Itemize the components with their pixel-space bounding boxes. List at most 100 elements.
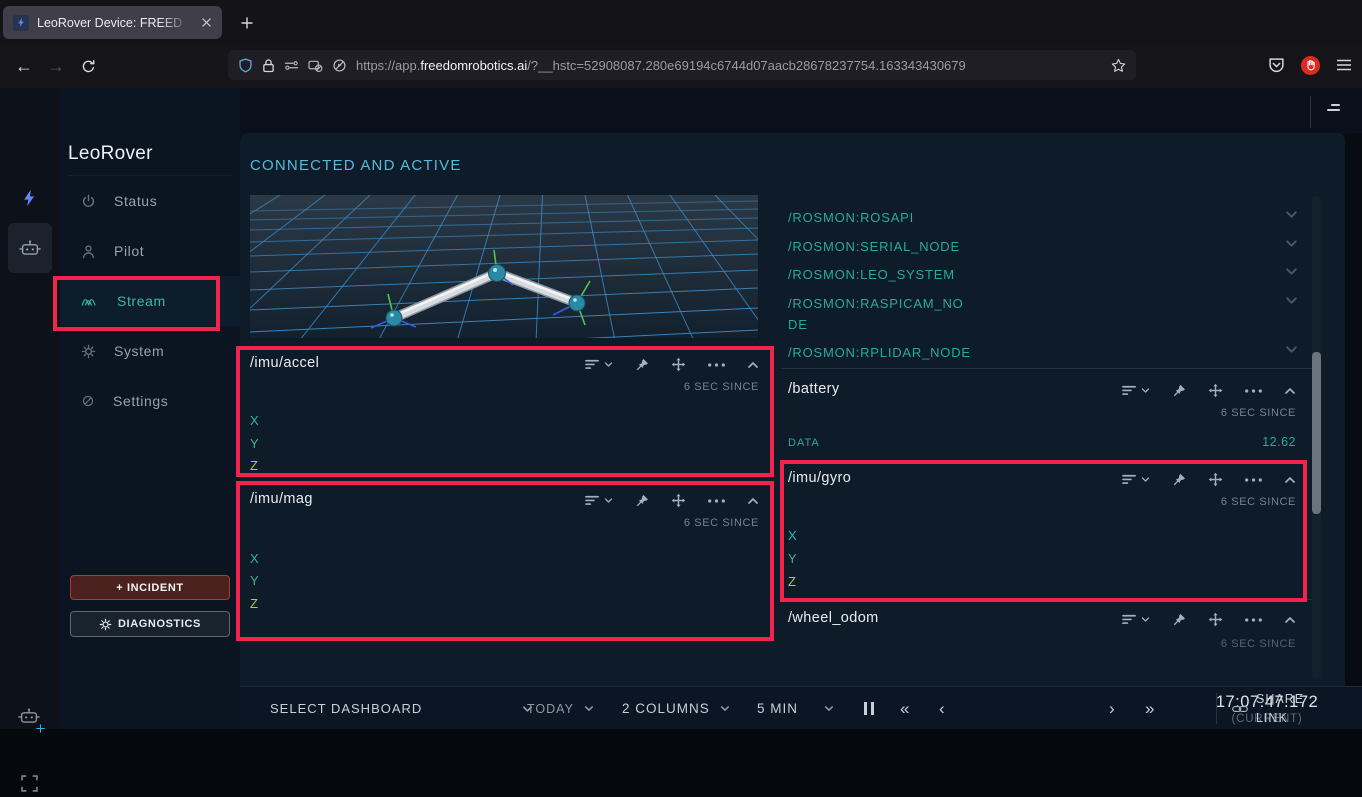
freedom-logo-bolt-icon[interactable] (20, 188, 40, 213)
step-back-button[interactable]: ‹ (939, 687, 945, 730)
header-sort-lines-icon[interactable] (1324, 102, 1342, 121)
pause-button[interactable] (864, 687, 874, 730)
new-tab-button[interactable] (234, 10, 260, 36)
axis-x-label: X (788, 528, 797, 543)
filter-lines-icon[interactable] (585, 359, 600, 370)
collapse-icon[interactable] (747, 497, 759, 505)
axis-z-label: Z (788, 574, 796, 589)
sidebar-item-settings[interactable]: Settings (60, 376, 240, 426)
sidebar-item-pilot[interactable]: Pilot (60, 226, 240, 276)
axis-z-label: Z (250, 596, 258, 611)
browser-tab[interactable]: LeoRover Device: FREED (3, 6, 222, 39)
pocket-icon[interactable] (1268, 57, 1285, 74)
rosmon-node-row[interactable]: /ROSMON:SERIAL_NODE (788, 232, 1298, 261)
left-rail (0, 88, 60, 729)
battery-data-value: 12.62 (1262, 435, 1296, 449)
move-icon[interactable] (671, 357, 686, 372)
select-dashboard-dropdown[interactable]: SELECT DASHBOARD (270, 687, 533, 730)
since-label: 6 SEC SINCE (1221, 407, 1296, 419)
filter-lines-icon[interactable] (585, 495, 600, 506)
robot-3d-viewport[interactable] (250, 195, 758, 338)
chevron-down-icon (584, 705, 594, 712)
add-device-robot-icon[interactable] (17, 707, 41, 731)
chevron-down-icon[interactable] (1285, 267, 1298, 276)
panel-imu-mag: /imu/mag 6 SEC SINCE X Y Z (240, 483, 775, 642)
more-options-icon[interactable] (708, 363, 725, 367)
move-icon[interactable] (1208, 612, 1223, 627)
sidebar-item-stream[interactable]: Stream (60, 276, 240, 326)
rosmon-node-row[interactable]: /ROSMON:LEO_SYSTEM (788, 260, 1298, 289)
more-options-icon[interactable] (1245, 618, 1262, 622)
chevron-down-icon[interactable] (1285, 210, 1298, 219)
pin-icon[interactable] (1172, 613, 1186, 627)
pin-icon[interactable] (1172, 473, 1186, 487)
filter-lines-icon[interactable] (1122, 474, 1137, 485)
permissions-icon[interactable] (284, 60, 299, 71)
tracking-shield-icon[interactable] (238, 58, 253, 73)
move-icon[interactable] (1208, 472, 1223, 487)
filter-lines-icon[interactable] (1122, 614, 1137, 625)
fullscreen-icon[interactable] (21, 775, 38, 797)
pin-icon[interactable] (635, 358, 649, 372)
date-range-dropdown[interactable]: TODAY (527, 687, 594, 730)
time-window-dropdown[interactable]: 5 MIN (757, 687, 834, 730)
chevron-down-icon[interactable] (1141, 476, 1150, 483)
share-link-button[interactable]: SHARELINK (1232, 687, 1304, 730)
chevron-down-icon[interactable] (1141, 616, 1150, 623)
chevron-down-icon[interactable] (604, 497, 613, 504)
extension-hand-icon[interactable] (1301, 56, 1320, 75)
sidebar-item-system[interactable]: System (60, 326, 240, 376)
site-favicon-bolt-icon (13, 15, 29, 31)
collapse-icon[interactable] (747, 361, 759, 369)
bookmark-star-icon[interactable] (1111, 58, 1126, 73)
move-icon[interactable] (671, 493, 686, 508)
chevron-down-icon[interactable] (1285, 239, 1298, 248)
menu-hamburger-icon[interactable] (1336, 59, 1352, 71)
move-icon[interactable] (1208, 383, 1223, 398)
more-options-icon[interactable] (1245, 389, 1262, 393)
reload-button[interactable] (72, 50, 104, 82)
more-options-icon[interactable] (708, 499, 725, 503)
axis-y-label: Y (250, 573, 259, 588)
incident-button[interactable]: + INCIDENT (70, 575, 230, 600)
device-selector-robot-icon[interactable] (8, 223, 52, 273)
camera-blocked-icon[interactable] (308, 59, 323, 72)
forward-button[interactable]: → (40, 50, 72, 82)
url-bar[interactable]: https://app.freedomrobotics.ai/?__hstc=5… (228, 50, 1136, 80)
gear-icon (81, 344, 96, 359)
pin-icon[interactable] (635, 494, 649, 508)
step-forward-button[interactable]: › (1109, 687, 1115, 730)
chevron-down-icon[interactable] (1285, 345, 1298, 354)
skip-forward-button[interactable]: » (1145, 687, 1154, 730)
pin-icon[interactable] (1172, 384, 1186, 398)
rosmon-node-row[interactable]: /ROSMON:RPLIDAR_NODE (788, 338, 1298, 367)
filter-lines-icon[interactable] (1122, 385, 1137, 396)
stream-dashboard-card: CONNECTED AND ACTIVE (240, 133, 1345, 686)
rosmon-node-row[interactable]: /ROSMON:ROSAPI (788, 203, 1298, 232)
chevron-down-icon[interactable] (604, 361, 613, 368)
right-column: /ROSMON:ROSAPI /ROSMON:SERIAL_NODE /ROSM… (781, 133, 1312, 686)
collapse-icon[interactable] (1284, 387, 1296, 395)
back-button[interactable]: ← (8, 50, 40, 82)
axis-y-label: Y (250, 436, 259, 451)
chevron-down-icon[interactable] (1285, 296, 1298, 305)
scrollbar-thumb[interactable] (1312, 352, 1321, 514)
sidebar-item-status[interactable]: Status (60, 176, 240, 226)
rosmon-node-row[interactable]: /ROSMON:RASPICAM_NODE (788, 289, 1298, 338)
link-icon (1232, 705, 1248, 713)
collapse-icon[interactable] (1284, 616, 1296, 624)
skip-back-button[interactable]: « (900, 687, 909, 730)
chevron-down-icon[interactable] (1141, 387, 1150, 394)
more-options-icon[interactable] (1245, 478, 1262, 482)
diagnostics-button[interactable]: DIAGNOSTICS (70, 611, 230, 637)
collapse-icon[interactable] (1284, 476, 1296, 484)
chevron-down-icon (720, 705, 730, 712)
lock-icon[interactable] (262, 58, 275, 73)
panel-imu-accel: /imu/accel 6 SEC SINCE X Y Z (240, 347, 775, 478)
columns-dropdown[interactable]: 2 COLUMNS (622, 687, 730, 730)
section-divider (781, 368, 1312, 369)
autoplay-blocked-icon[interactable] (332, 58, 347, 73)
panel-imu-gyro: /imu/gyro 6 SEC SINCE X Y Z (781, 458, 1312, 600)
tab-close-icon[interactable] (198, 15, 214, 31)
panel-title: /battery (788, 381, 840, 397)
